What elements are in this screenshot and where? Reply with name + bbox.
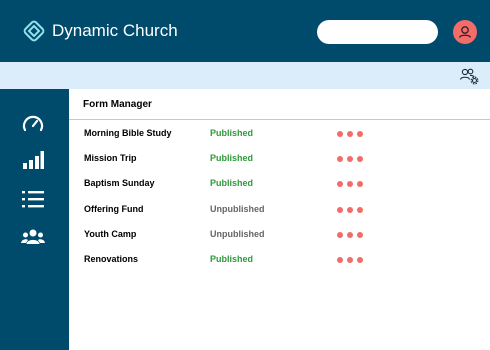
- dot: [337, 131, 343, 137]
- dot: [357, 231, 363, 238]
- dot: [357, 257, 363, 263]
- user-avatar[interactable]: [453, 20, 477, 44]
- dot: [357, 131, 363, 137]
- form-manager-panel: Form Manager Morning Bible Study Publishe…: [69, 89, 490, 350]
- dot: [347, 181, 353, 188]
- status-badge: Published: [210, 128, 254, 138]
- church-logo-icon[interactable]: [22, 19, 46, 43]
- dot: [337, 181, 343, 188]
- more-dots-icon[interactable]: [337, 229, 367, 241]
- dot: [337, 257, 343, 263]
- brand-name[interactable]: Dynamic Church: [52, 20, 178, 42]
- search-input[interactable]: [317, 20, 438, 44]
- sub-toolbar: [0, 62, 490, 89]
- dot: [347, 156, 353, 163]
- form-name[interactable]: Morning Bible Study: [84, 128, 172, 138]
- sidebar: [0, 89, 69, 350]
- form-row[interactable]: Morning Bible Study Published: [69, 124, 490, 144]
- form-row[interactable]: Renovations Published: [69, 250, 490, 270]
- form-name[interactable]: Mission Trip: [84, 153, 137, 163]
- dot: [347, 131, 353, 137]
- page-title: Form Manager: [83, 99, 152, 110]
- more-dots-icon[interactable]: [337, 153, 367, 165]
- user-avatar-icon: [458, 26, 472, 38]
- form-row[interactable]: Mission Trip Published: [69, 149, 490, 169]
- form-name[interactable]: Renovations: [84, 254, 138, 264]
- more-dots-icon[interactable]: [337, 204, 367, 216]
- more-dots-icon[interactable]: [337, 128, 367, 140]
- dot: [337, 231, 343, 238]
- form-row[interactable]: Youth Camp Unpublished: [69, 225, 490, 245]
- people-group-icon[interactable]: [21, 227, 45, 249]
- more-dots-icon[interactable]: [337, 254, 367, 266]
- status-badge: Unpublished: [210, 228, 265, 239]
- dot: [357, 156, 363, 163]
- users-settings-icon[interactable]: [459, 67, 479, 85]
- form-row[interactable]: Baptism Sunday Published: [69, 174, 490, 194]
- bar-chart-icon[interactable]: [21, 149, 45, 171]
- form-name[interactable]: Baptism Sunday: [84, 178, 155, 188]
- dot: [337, 206, 343, 213]
- status-badge: Published: [210, 153, 254, 164]
- top-navbar: Dynamic Church: [0, 0, 490, 62]
- form-row[interactable]: Offering Fund Unpublished: [69, 200, 490, 220]
- status-badge: Unpublished: [210, 203, 265, 214]
- dot: [347, 257, 353, 263]
- dot: [337, 156, 343, 163]
- form-name[interactable]: Offering Fund: [84, 204, 144, 214]
- dot: [357, 206, 363, 213]
- status-badge: Published: [210, 254, 254, 264]
- dashboard-gauge-icon[interactable]: [21, 113, 45, 135]
- status-badge: Published: [210, 178, 254, 189]
- dot: [357, 181, 363, 188]
- list-icon[interactable]: [21, 189, 45, 211]
- title-divider: [69, 119, 490, 120]
- form-name[interactable]: Youth Camp: [84, 229, 136, 239]
- dot: [347, 231, 353, 238]
- dot: [347, 206, 353, 213]
- more-dots-icon[interactable]: [337, 178, 367, 190]
